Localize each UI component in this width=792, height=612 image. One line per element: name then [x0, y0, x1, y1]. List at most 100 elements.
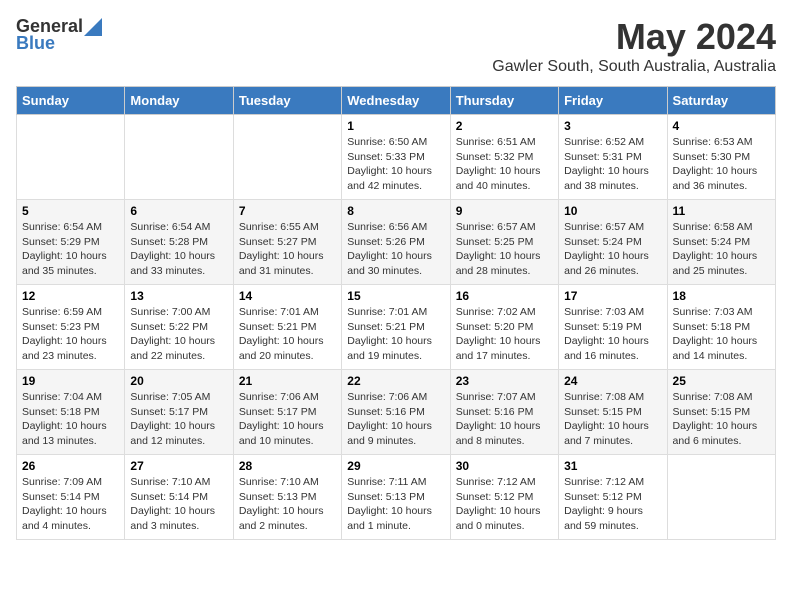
- day-cell: 10 Sunrise: 6:57 AM Sunset: 5:24 PM Dayli…: [559, 200, 667, 285]
- day-number: 28: [239, 459, 336, 473]
- day-cell: 24 Sunrise: 7:08 AM Sunset: 5:15 PM Dayli…: [559, 370, 667, 455]
- logo: General Blue: [16, 16, 102, 54]
- day-info: Sunrise: 6:55 AM Sunset: 5:27 PM Dayligh…: [239, 220, 336, 279]
- weekday-header-thursday: Thursday: [450, 87, 558, 115]
- weekday-header-friday: Friday: [559, 87, 667, 115]
- day-info: Sunrise: 6:56 AM Sunset: 5:26 PM Dayligh…: [347, 220, 444, 279]
- day-info: Sunrise: 7:03 AM Sunset: 5:18 PM Dayligh…: [673, 305, 770, 364]
- day-cell: 20 Sunrise: 7:05 AM Sunset: 5:17 PM Dayli…: [125, 370, 233, 455]
- day-cell: 13 Sunrise: 7:00 AM Sunset: 5:22 PM Dayli…: [125, 285, 233, 370]
- calendar-table: SundayMondayTuesdayWednesdayThursdayFrid…: [16, 86, 776, 540]
- day-number: 31: [564, 459, 661, 473]
- logo-arrow-icon: [84, 18, 102, 36]
- day-number: 27: [130, 459, 227, 473]
- day-info: Sunrise: 6:54 AM Sunset: 5:28 PM Dayligh…: [130, 220, 227, 279]
- day-info: Sunrise: 7:12 AM Sunset: 5:12 PM Dayligh…: [564, 475, 661, 534]
- day-cell: 6 Sunrise: 6:54 AM Sunset: 5:28 PM Daylig…: [125, 200, 233, 285]
- day-info: Sunrise: 7:06 AM Sunset: 5:16 PM Dayligh…: [347, 390, 444, 449]
- weekday-header-row: SundayMondayTuesdayWednesdayThursdayFrid…: [17, 87, 776, 115]
- weekday-header-wednesday: Wednesday: [342, 87, 450, 115]
- day-cell: 23 Sunrise: 7:07 AM Sunset: 5:16 PM Dayli…: [450, 370, 558, 455]
- day-cell: 14Sunrise: 7:01 AM Sunset: 5:21 PM Dayli…: [233, 285, 341, 370]
- day-info: Sunrise: 7:03 AM Sunset: 5:19 PM Dayligh…: [564, 305, 661, 364]
- day-info: Sunrise: 7:05 AM Sunset: 5:17 PM Dayligh…: [130, 390, 227, 449]
- day-number: 16: [456, 289, 553, 303]
- day-cell: 30Sunrise: 7:12 AM Sunset: 5:12 PM Dayli…: [450, 455, 558, 540]
- day-number: 3: [564, 119, 661, 133]
- day-cell: 26Sunrise: 7:09 AM Sunset: 5:14 PM Dayli…: [17, 455, 125, 540]
- day-cell: 1Sunrise: 6:50 AM Sunset: 5:33 PM Daylig…: [342, 115, 450, 200]
- day-number: 5: [22, 204, 119, 218]
- day-cell: 16 Sunrise: 7:02 AM Sunset: 5:20 PM Dayli…: [450, 285, 558, 370]
- day-cell: 27 Sunrise: 7:10 AM Sunset: 5:14 PM Dayli…: [125, 455, 233, 540]
- day-number: 13: [130, 289, 227, 303]
- day-info: Sunrise: 7:06 AM Sunset: 5:17 PM Dayligh…: [239, 390, 336, 449]
- day-cell: [17, 115, 125, 200]
- day-info: Sunrise: 7:08 AM Sunset: 5:15 PM Dayligh…: [564, 390, 661, 449]
- day-cell: 7 Sunrise: 6:55 AM Sunset: 5:27 PM Daylig…: [233, 200, 341, 285]
- day-info: Sunrise: 7:00 AM Sunset: 5:22 PM Dayligh…: [130, 305, 227, 364]
- day-cell: 2 Sunrise: 6:51 AM Sunset: 5:32 PM Daylig…: [450, 115, 558, 200]
- day-number: 10: [564, 204, 661, 218]
- day-info: Sunrise: 7:12 AM Sunset: 5:12 PM Dayligh…: [456, 475, 553, 534]
- day-number: 21: [239, 374, 336, 388]
- day-cell: 22 Sunrise: 7:06 AM Sunset: 5:16 PM Dayli…: [342, 370, 450, 455]
- day-number: 8: [347, 204, 444, 218]
- day-number: 4: [673, 119, 770, 133]
- day-cell: 5 Sunrise: 6:54 AM Sunset: 5:29 PM Daylig…: [17, 200, 125, 285]
- day-number: 20: [130, 374, 227, 388]
- day-info: Sunrise: 7:10 AM Sunset: 5:13 PM Dayligh…: [239, 475, 336, 534]
- day-info: Sunrise: 6:58 AM Sunset: 5:24 PM Dayligh…: [673, 220, 770, 279]
- day-number: 22: [347, 374, 444, 388]
- day-cell: 31 Sunrise: 7:12 AM Sunset: 5:12 PM Dayli…: [559, 455, 667, 540]
- logo-blue-text: Blue: [16, 33, 55, 54]
- day-cell: 29 Sunrise: 7:11 AM Sunset: 5:13 PM Dayli…: [342, 455, 450, 540]
- day-number: 26: [22, 459, 119, 473]
- day-info: Sunrise: 6:50 AM Sunset: 5:33 PM Dayligh…: [347, 135, 444, 194]
- week-row-1: 1Sunrise: 6:50 AM Sunset: 5:33 PM Daylig…: [17, 115, 776, 200]
- title-section: May 2024 Gawler South, South Australia, …: [492, 16, 776, 76]
- day-info: Sunrise: 7:11 AM Sunset: 5:13 PM Dayligh…: [347, 475, 444, 534]
- day-number: 2: [456, 119, 553, 133]
- location-title: Gawler South, South Australia, Australia: [492, 58, 776, 76]
- day-number: 23: [456, 374, 553, 388]
- day-cell: 8 Sunrise: 6:56 AM Sunset: 5:26 PM Daylig…: [342, 200, 450, 285]
- day-cell: 21 Sunrise: 7:06 AM Sunset: 5:17 PM Dayli…: [233, 370, 341, 455]
- day-cell: 28 Sunrise: 7:10 AM Sunset: 5:13 PM Dayli…: [233, 455, 341, 540]
- day-number: 15: [347, 289, 444, 303]
- day-info: Sunrise: 7:01 AM Sunset: 5:21 PM Dayligh…: [347, 305, 444, 364]
- day-cell: 4 Sunrise: 6:53 AM Sunset: 5:30 PM Daylig…: [667, 115, 775, 200]
- weekday-header-saturday: Saturday: [667, 87, 775, 115]
- day-info: Sunrise: 6:59 AM Sunset: 5:23 PM Dayligh…: [22, 305, 119, 364]
- week-row-3: 12Sunrise: 6:59 AM Sunset: 5:23 PM Dayli…: [17, 285, 776, 370]
- day-info: Sunrise: 7:07 AM Sunset: 5:16 PM Dayligh…: [456, 390, 553, 449]
- day-cell: [233, 115, 341, 200]
- day-number: 17: [564, 289, 661, 303]
- day-info: Sunrise: 7:02 AM Sunset: 5:20 PM Dayligh…: [456, 305, 553, 364]
- day-info: Sunrise: 6:51 AM Sunset: 5:32 PM Dayligh…: [456, 135, 553, 194]
- week-row-5: 26Sunrise: 7:09 AM Sunset: 5:14 PM Dayli…: [17, 455, 776, 540]
- week-row-2: 5 Sunrise: 6:54 AM Sunset: 5:29 PM Daylig…: [17, 200, 776, 285]
- day-info: Sunrise: 6:52 AM Sunset: 5:31 PM Dayligh…: [564, 135, 661, 194]
- day-info: Sunrise: 6:57 AM Sunset: 5:24 PM Dayligh…: [564, 220, 661, 279]
- weekday-header-tuesday: Tuesday: [233, 87, 341, 115]
- day-cell: [125, 115, 233, 200]
- day-cell: 19Sunrise: 7:04 AM Sunset: 5:18 PM Dayli…: [17, 370, 125, 455]
- day-number: 25: [673, 374, 770, 388]
- day-info: Sunrise: 6:54 AM Sunset: 5:29 PM Dayligh…: [22, 220, 119, 279]
- weekday-header-monday: Monday: [125, 87, 233, 115]
- month-title: May 2024: [492, 16, 776, 58]
- day-number: 18: [673, 289, 770, 303]
- day-number: 14: [239, 289, 336, 303]
- day-number: 7: [239, 204, 336, 218]
- day-cell: 12Sunrise: 6:59 AM Sunset: 5:23 PM Dayli…: [17, 285, 125, 370]
- day-cell: 15 Sunrise: 7:01 AM Sunset: 5:21 PM Dayli…: [342, 285, 450, 370]
- page-header: General Blue May 2024 Gawler South, Sout…: [16, 16, 776, 76]
- day-cell: 9Sunrise: 6:57 AM Sunset: 5:25 PM Daylig…: [450, 200, 558, 285]
- day-number: 24: [564, 374, 661, 388]
- day-info: Sunrise: 6:53 AM Sunset: 5:30 PM Dayligh…: [673, 135, 770, 194]
- day-number: 29: [347, 459, 444, 473]
- day-number: 6: [130, 204, 227, 218]
- day-cell: 3 Sunrise: 6:52 AM Sunset: 5:31 PM Daylig…: [559, 115, 667, 200]
- day-info: Sunrise: 7:10 AM Sunset: 5:14 PM Dayligh…: [130, 475, 227, 534]
